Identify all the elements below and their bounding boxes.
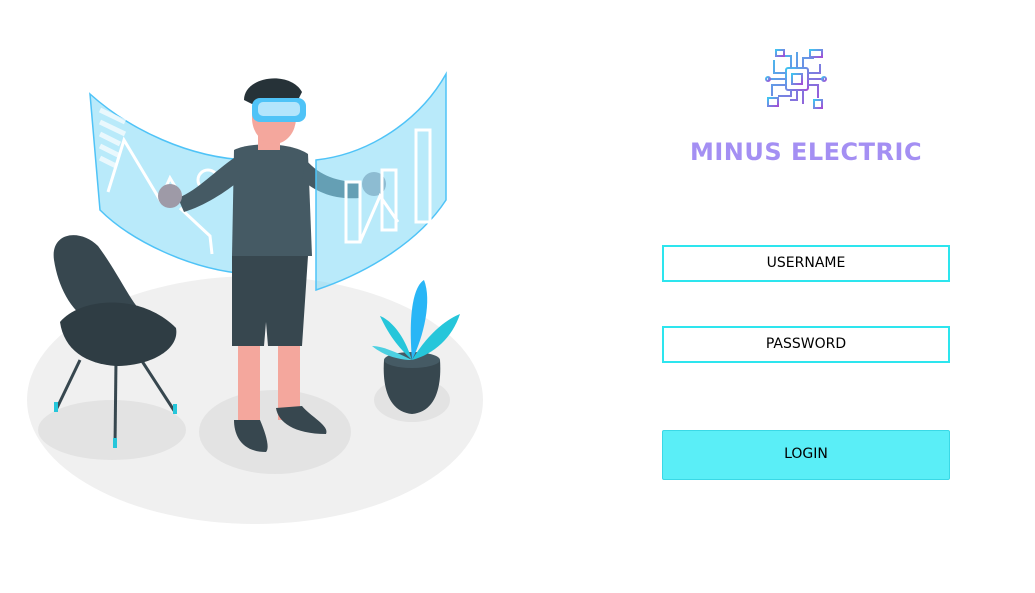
username-field[interactable]: USERNAME (662, 245, 950, 282)
login-button[interactable]: LOGIN (662, 430, 950, 480)
hologram-panel-right (315, 71, 447, 292)
password-field[interactable]: PASSWORD (662, 326, 950, 363)
vr-user-illustration (27, 71, 483, 524)
chair-shadow (38, 400, 186, 460)
person-shadow (199, 390, 351, 474)
brand-title: MINUS ELECTRIC (689, 138, 923, 166)
circuit-chip-icon (765, 49, 827, 109)
login-window: MINUS ELECTRIC USERNAME PASSWORD LOGIN (0, 0, 1035, 593)
